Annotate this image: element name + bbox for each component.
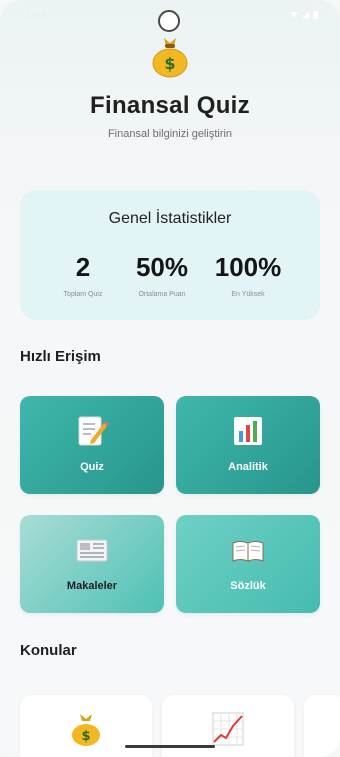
memo-pencil-icon — [78, 416, 109, 446]
wifi-icon — [290, 11, 298, 19]
stats-card: Genel İstatistikler 2 Toplam Quiz 50% Or… — [20, 190, 320, 320]
money-bag-icon: $ — [152, 38, 188, 78]
svg-text:$: $ — [164, 54, 175, 73]
stat-average-score: 50% Ortalama Puan — [122, 252, 202, 298]
glossary-tile-label: Sözlük — [230, 580, 266, 592]
stat-label: En Yüksek — [231, 291, 265, 298]
glossary-tile-button[interactable]: Sözlük — [176, 515, 320, 613]
quiz-tile-button[interactable]: Quiz — [20, 396, 164, 494]
bar-chart-icon — [234, 417, 262, 445]
battery-icon — [313, 11, 318, 19]
open-book-icon — [232, 541, 264, 562]
app-title: Finansal Quiz — [90, 92, 250, 119]
stat-value: 100% — [214, 252, 282, 282]
money-bag-icon: $ — [72, 714, 100, 746]
trend-chart-icon — [212, 712, 244, 746]
quick-access-title: Hızlı Erişim — [20, 348, 101, 365]
stat-value: 50% — [135, 252, 189, 282]
app-screen: 5:04 $ Finansal Quiz Finansal bilginizi … — [0, 0, 340, 757]
analytics-tile-label: Analitik — [228, 461, 268, 473]
app-subtitle: Finansal bilginizi geliştirin — [107, 128, 233, 140]
stat-label: Ortalama Puan — [138, 291, 186, 298]
stat-value: 2 — [75, 252, 91, 282]
stats-title: Genel İstatistikler — [108, 210, 232, 227]
svg-text:$: $ — [81, 729, 90, 744]
quiz-tile-label: Quiz — [80, 461, 104, 473]
topics-title: Konular — [20, 642, 77, 659]
newspaper-icon — [76, 539, 108, 562]
topic-card[interactable] — [304, 695, 340, 757]
articles-tile-button[interactable]: Makaleler — [20, 515, 164, 613]
analytics-tile-button[interactable]: Analitik — [176, 396, 320, 494]
articles-tile-label: Makaleler — [66, 580, 118, 592]
camera-cutout — [158, 10, 180, 32]
signal-icon — [302, 11, 309, 19]
stat-total-quiz: 2 Toplam Quiz — [43, 252, 123, 298]
status-icons — [290, 11, 318, 19]
stat-highest-score: 100% En Yüksek — [208, 252, 288, 298]
home-indicator[interactable] — [125, 745, 215, 748]
status-time: 5:04 — [26, 9, 47, 21]
stat-label: Toplam Quiz — [63, 291, 103, 298]
